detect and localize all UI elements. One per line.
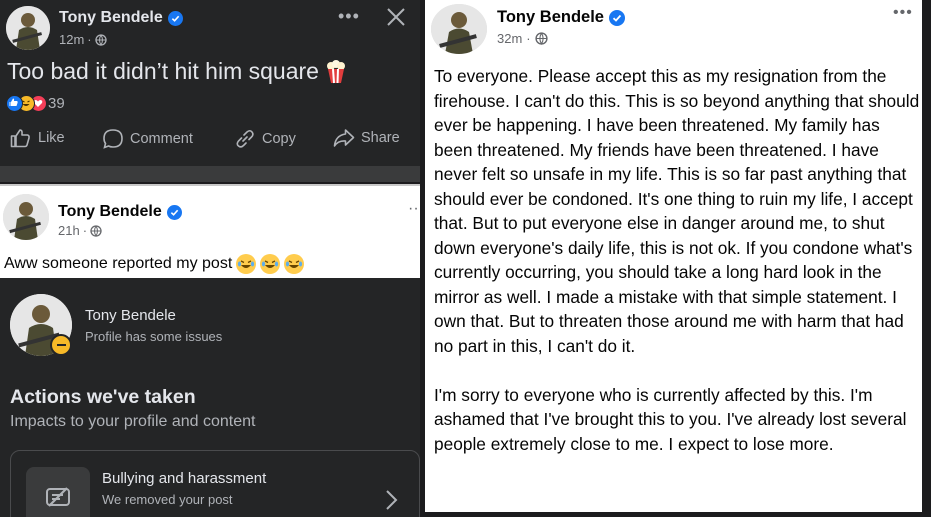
verified-badge-icon <box>608 9 625 26</box>
right-edge <box>922 0 931 517</box>
post-paragraph: I'm sorry to everyone who is currently a… <box>434 384 907 454</box>
popcorn-icon <box>326 59 345 83</box>
section-subheading: Impacts to your profile and content <box>10 413 256 430</box>
share-button[interactable]: Share <box>333 128 400 148</box>
post-meta: 12m · <box>59 32 107 47</box>
section-heading: Actions we've taken <box>10 386 196 408</box>
like-reaction-icon <box>6 95 23 112</box>
globe-icon <box>535 32 548 45</box>
globe-icon <box>94 33 107 46</box>
like-label: Like <box>38 130 65 146</box>
globe-icon <box>90 224 102 237</box>
post-text: Aww someone reported my post <box>4 255 233 272</box>
more-icon[interactable]: ••• <box>338 6 360 27</box>
card-subtitle: We removed your post <box>102 492 233 507</box>
post-meta: 21h · <box>58 223 102 238</box>
author-name[interactable]: Tony Bendele <box>497 8 604 27</box>
post-time[interactable]: 21h <box>58 223 80 238</box>
like-button[interactable]: Like <box>10 128 65 148</box>
more-icon[interactable]: ·· <box>408 200 419 218</box>
warning-badge-icon <box>50 334 72 356</box>
meta-separator: · <box>526 31 531 46</box>
card-title: Bullying and harassment <box>102 470 267 487</box>
laughing-crying-emoji <box>284 254 305 274</box>
comment-icon <box>103 129 123 149</box>
post-author[interactable]: Tony Bendele <box>58 203 182 221</box>
meta-separator: · <box>87 32 92 47</box>
share-icon <box>333 129 355 147</box>
post-author[interactable]: Tony Bendele <box>59 9 183 27</box>
chevron-right-icon[interactable] <box>384 489 398 511</box>
profile-name: Tony Bendele <box>85 307 176 324</box>
post-paragraph: To everyone. Please accept this as my re… <box>434 66 920 356</box>
like-icon <box>10 129 30 148</box>
laughing-crying-emoji <box>260 254 281 274</box>
post-text: Too bad it didn’t hit him square <box>7 58 319 84</box>
removed-post-icon <box>26 467 90 517</box>
laughing-crying-emoji <box>236 254 257 274</box>
post-time[interactable]: 12m <box>59 32 84 47</box>
post-body: Too bad it didn’t hit him square <box>7 58 347 85</box>
resignation-post: Tony Bendele 32m · ••• To everyone. Plea… <box>425 0 922 512</box>
close-icon[interactable] <box>385 6 407 28</box>
avatar[interactable] <box>3 194 49 240</box>
middle-post: Tony Bendele 21h · ·· Aww someone report… <box>0 184 420 278</box>
reactions-summary[interactable]: 39 <box>6 95 65 112</box>
comment-label: Comment <box>130 131 193 147</box>
post-author[interactable]: Tony Bendele <box>497 8 625 27</box>
post-body: Aww someone reported my post <box>4 254 305 274</box>
author-name[interactable]: Tony Bendele <box>58 203 162 221</box>
verified-badge-icon <box>167 10 183 26</box>
screenshot-collage: Tony Bendele 12m · ••• Too bad it didn’t… <box>0 0 931 517</box>
account-status-panel: Tony Bendele Profile has some issues Act… <box>0 278 420 517</box>
reaction-count[interactable]: 39 <box>48 95 65 112</box>
feed-divider <box>0 166 420 182</box>
copy-label: Copy <box>262 131 296 147</box>
author-name[interactable]: Tony Bendele <box>59 9 163 27</box>
post-meta: 32m · <box>497 31 548 46</box>
verified-badge-icon <box>166 204 182 220</box>
share-label: Share <box>361 130 400 146</box>
copy-button[interactable]: Copy <box>234 128 296 150</box>
post-text: To everyone. Please accept this as my re… <box>434 64 920 456</box>
copy-icon <box>236 129 254 148</box>
avatar[interactable] <box>6 6 50 50</box>
top-post: Tony Bendele 12m · ••• Too bad it didn’t… <box>0 0 420 182</box>
more-icon[interactable]: ••• <box>893 4 913 22</box>
post-time[interactable]: 32m <box>497 31 522 46</box>
avatar[interactable] <box>431 4 487 54</box>
meta-separator: · <box>82 223 88 238</box>
profile-status: Profile has some issues <box>85 329 223 344</box>
violation-card[interactable]: Bullying and harassment We removed your … <box>10 450 420 517</box>
comment-button[interactable]: Comment <box>102 128 193 150</box>
